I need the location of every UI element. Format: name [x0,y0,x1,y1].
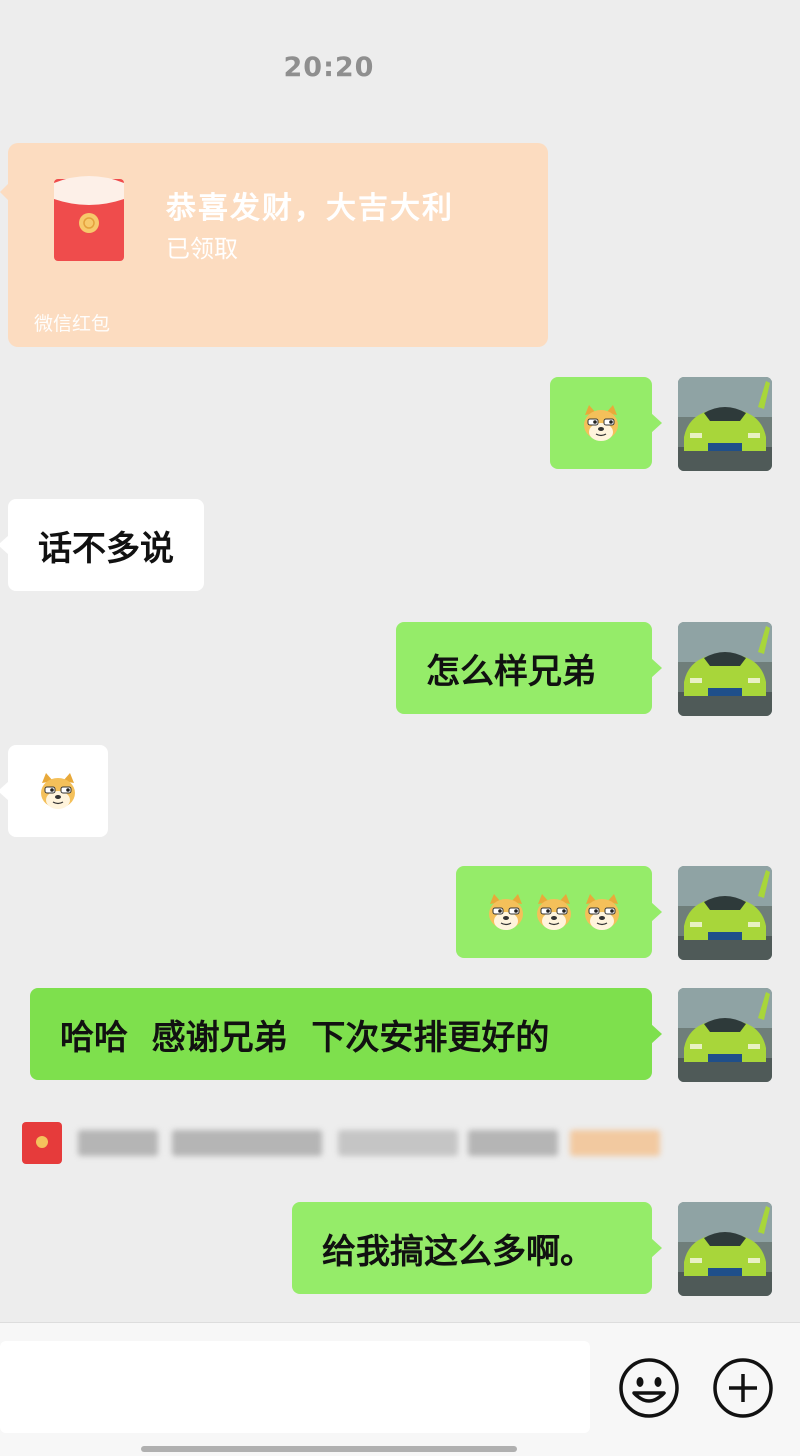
my-message-bubble[interactable]: 哈哈 感谢兄弟 下次安排更好的 [30,988,662,1080]
chat-input-bar [0,1322,800,1456]
my-message-bubble[interactable] [550,377,662,469]
redacted-text [338,1130,458,1156]
car-avatar-icon [678,1202,772,1296]
my-message-bubble[interactable]: 怎么样兄弟 [396,622,662,714]
red-envelope-received-notice [22,1122,662,1166]
red-envelope-icon [54,176,124,261]
their-message-bubble[interactable] [0,745,108,837]
chat-screen: 20:20 恭喜发财，大吉大利 已领取 微信红包 话不多说 怎么样兄弟 哈哈 感… [0,0,800,1456]
their-message-bubble[interactable]: 话不多说 [0,499,204,591]
message-text: 话不多说 [38,528,174,569]
my-message-bubble[interactable] [456,866,662,958]
doge-emoji-icon [41,773,75,809]
redacted-text [468,1130,558,1156]
car-avatar-icon [678,988,772,1082]
car-avatar-icon [678,622,772,716]
message-text: 怎么样兄弟 [426,651,596,692]
my-avatar[interactable] [678,622,772,716]
redacted-text [78,1130,158,1156]
plus-circle-icon[interactable] [712,1357,774,1419]
my-avatar[interactable] [678,988,772,1082]
redacted-text [570,1130,660,1156]
red-envelope-status: 已领取 [166,235,238,263]
message-input[interactable] [0,1341,590,1433]
message-timestamp: 20:20 [283,52,375,83]
my-avatar[interactable] [678,377,772,471]
redacted-text [172,1130,322,1156]
smiley-face-icon[interactable] [618,1357,680,1419]
my-avatar[interactable] [678,1202,772,1296]
doge-emoji-icon [489,894,523,930]
home-indicator[interactable] [141,1446,517,1452]
red-envelope-icon [22,1122,62,1164]
red-envelope-card[interactable]: 恭喜发财，大吉大利 已领取 微信红包 [0,143,548,347]
message-text: 给我搞这么多啊。 [322,1231,594,1272]
red-envelope-title: 恭喜发财，大吉大利 [166,191,454,226]
red-envelope-footer: 微信红包 [34,313,111,335]
car-avatar-icon [678,866,772,960]
my-message-bubble[interactable]: 给我搞这么多啊。 [292,1202,662,1294]
doge-emoji-icon [537,894,571,930]
doge-emoji-icon [584,405,618,441]
doge-emoji-icon [585,894,619,930]
message-text: 哈哈 感谢兄弟 下次安排更好的 [60,1017,550,1058]
my-avatar[interactable] [678,866,772,960]
car-avatar-icon [678,377,772,471]
